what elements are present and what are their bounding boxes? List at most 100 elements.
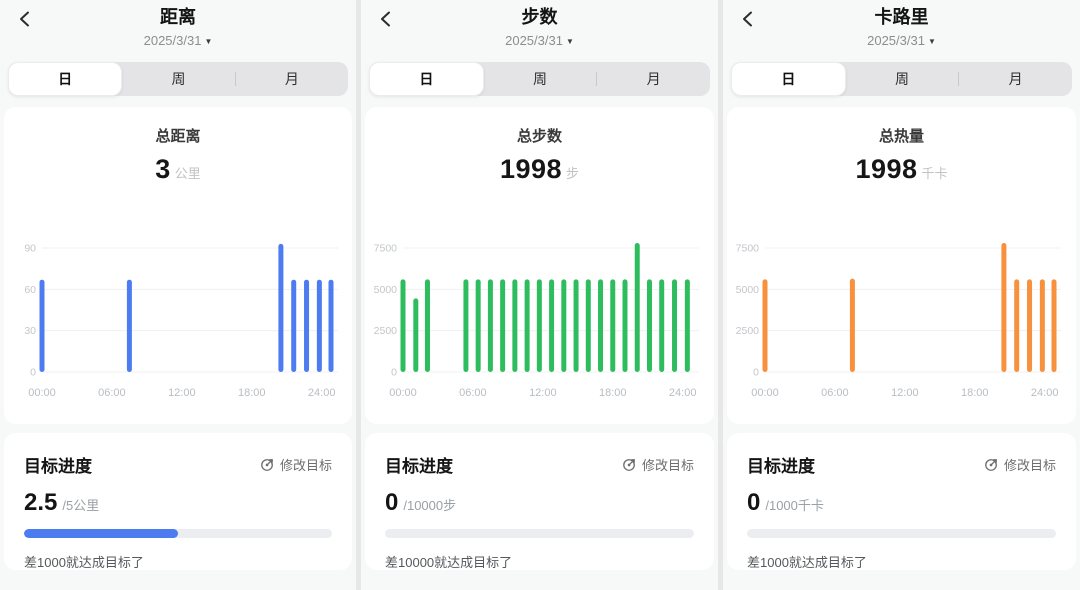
date-selector[interactable]: 2025/3/31 ▼: [361, 33, 718, 48]
goal-hint: 差10000就达成目标了: [385, 555, 513, 570]
page-title: 距离: [160, 7, 196, 27]
svg-text:90: 90: [24, 243, 36, 255]
goal-current-value: 0: [385, 489, 399, 516]
tab-day[interactable]: 日: [731, 62, 846, 96]
edit-goal-label: 修改目标: [279, 458, 332, 473]
summary-number: 1998: [855, 154, 918, 184]
tab-month[interactable]: 月: [236, 62, 348, 96]
bar-chart-calories: 7500 5000 2500 0 00:00 06:00 12:00 18:00 24:00: [736, 243, 1061, 399]
goal-hint: 差1000就达成目标了: [747, 555, 867, 570]
summary-number: 3: [155, 154, 171, 184]
svg-text:60: 60: [24, 284, 36, 296]
summary-label: 总步数: [516, 128, 562, 145]
date-text: 2025/3/31: [143, 33, 202, 48]
svg-text:00:00: 00:00: [389, 387, 417, 399]
svg-text:7500: 7500: [374, 243, 398, 255]
svg-text:18:00: 18:00: [238, 387, 266, 399]
edit-goal-button[interactable]: 修改目标: [984, 455, 1056, 474]
summary-unit: 步: [566, 166, 580, 181]
svg-text:06:00: 06:00: [98, 387, 126, 399]
back-button[interactable]: [14, 8, 36, 30]
goal-progress-bar: [385, 529, 694, 538]
date-text: 2025/3/31: [867, 33, 925, 48]
chevron-left-icon: [743, 11, 752, 27]
svg-text:30: 30: [24, 325, 36, 337]
svg-text:2500: 2500: [736, 325, 760, 337]
summary-unit: 公里: [174, 166, 201, 181]
edit-goal-icon: [623, 459, 635, 471]
page-title: 卡路里: [874, 7, 929, 27]
summary-label: 总热量: [878, 128, 924, 145]
svg-text:24:00: 24:00: [669, 387, 697, 399]
svg-text:24:00: 24:00: [1031, 387, 1059, 399]
chart-card: 总热量 1998 千卡 7500 5000 2500 0 00:00 06:00 12:00 1…: [727, 107, 1076, 424]
bar-chart-steps: 7500 5000 2500 0 00:00 06:00 12:00 18:00 24:00: [374, 243, 699, 399]
goal-progress-fill: [24, 529, 178, 538]
svg-text:7500: 7500: [736, 243, 760, 255]
svg-text:06:00: 06:00: [459, 387, 487, 399]
header-distance: 距离 2025/3/31 ▼: [0, 0, 356, 54]
period-tabs: 日 周 月: [731, 62, 1072, 96]
page-title: 步数: [521, 7, 558, 27]
summary-value: 1998 千卡: [727, 154, 1076, 185]
goal-card: 目标进度 修改目标 0 /10000步 差10000就达成目标了: [365, 433, 714, 570]
svg-text:0: 0: [30, 367, 36, 379]
svg-text:18:00: 18:00: [599, 387, 627, 399]
chart-card: 总步数 1998 步 7500 5000 2500 0 00:00 06:00 12:00 18…: [365, 107, 714, 424]
back-button[interactable]: [737, 8, 759, 30]
period-tabs: 日 周 月: [369, 62, 710, 96]
tab-week[interactable]: 周: [122, 62, 234, 96]
svg-text:12:00: 12:00: [529, 387, 557, 399]
period-tabs: 日 周 月: [8, 62, 348, 96]
goal-hint: 差1000就达成目标了: [24, 555, 144, 570]
svg-text:2500: 2500: [374, 325, 398, 337]
header-calories: 卡路里 2025/3/31 ▼: [723, 0, 1080, 54]
edit-goal-icon: [261, 459, 273, 471]
summary-unit: 千卡: [921, 166, 948, 181]
date-text: 2025/3/31: [505, 33, 563, 48]
summary-value: 1998 步: [365, 154, 714, 185]
goal-target-value: /1000千卡: [765, 498, 824, 513]
edit-goal-icon: [985, 459, 997, 471]
goal-target-value: /5公里: [62, 498, 100, 513]
caret-down-icon: ▼: [927, 37, 936, 46]
tab-month[interactable]: 月: [597, 62, 710, 96]
fitness-app: 距离 2025/3/31 ▼ 日 周 月 总距离 3 公里 90 60 30 0 00:00…: [0, 0, 1080, 590]
panel-steps: 步数 2025/3/31 ▼ 日 周 月 总步数 1998 步 7500 5000 25…: [361, 0, 718, 590]
svg-text:00:00: 00:00: [751, 387, 779, 399]
date-selector[interactable]: 2025/3/31 ▼: [0, 33, 356, 48]
tab-day[interactable]: 日: [8, 62, 123, 96]
goal-section-title: 目标进度: [747, 457, 815, 476]
goal-card: 目标进度 修改目标 0 /1000千卡 差1000就达成目标了: [727, 433, 1076, 570]
goal-progress-bar: [747, 529, 1056, 538]
goal-current-value: 0: [747, 489, 761, 516]
bar-chart-distance: 90 60 30 0 00:00 06:00 12:00 18:00 24:00: [24, 243, 338, 399]
goal-target-value: /10000步: [403, 498, 457, 513]
svg-text:5000: 5000: [374, 284, 398, 296]
caret-down-icon: ▼: [565, 37, 574, 46]
svg-text:5000: 5000: [736, 284, 760, 296]
chart-card: 总距离 3 公里 90 60 30 0 00:00 06:00 12:00 18:00 24:00: [4, 107, 352, 424]
edit-goal-label: 修改目标: [641, 458, 694, 473]
edit-goal-button[interactable]: 修改目标: [622, 455, 694, 474]
chevron-left-icon: [20, 11, 29, 27]
edit-goal-button[interactable]: 修改目标: [260, 455, 332, 474]
panel-distance: 距离 2025/3/31 ▼ 日 周 月 总距离 3 公里 90 60 30 0 00:00…: [0, 0, 356, 590]
summary-number: 1998: [499, 154, 563, 184]
date-selector[interactable]: 2025/3/31 ▼: [723, 33, 1080, 48]
tab-week[interactable]: 周: [484, 62, 597, 96]
goal-current-value: 2.5: [24, 489, 58, 516]
tab-day[interactable]: 日: [369, 62, 484, 96]
svg-text:00:00: 00:00: [28, 387, 56, 399]
edit-goal-label: 修改目标: [1003, 458, 1056, 473]
svg-text:18:00: 18:00: [961, 387, 989, 399]
back-button[interactable]: [375, 8, 397, 30]
summary-value: 3 公里: [4, 154, 352, 185]
tab-week[interactable]: 周: [846, 62, 959, 96]
panel-calories: 卡路里 2025/3/31 ▼ 日 周 月 总热量 1998 千卡 7500 5000…: [723, 0, 1080, 590]
svg-text:06:00: 06:00: [821, 387, 849, 399]
caret-down-icon: ▼: [204, 37, 213, 46]
svg-text:0: 0: [391, 367, 397, 379]
chevron-left-icon: [381, 11, 390, 27]
tab-month[interactable]: 月: [959, 62, 1072, 96]
